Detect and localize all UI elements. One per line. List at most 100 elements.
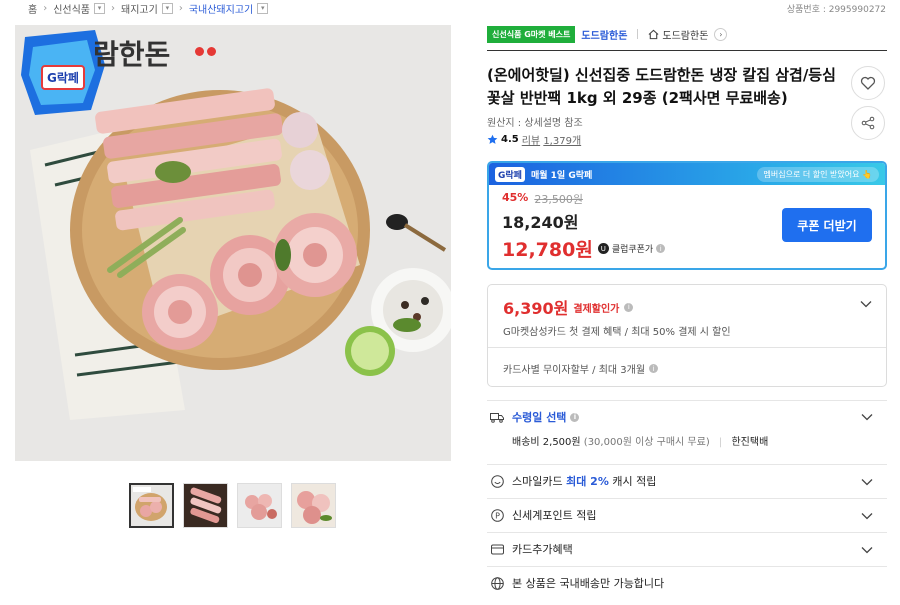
divider	[487, 532, 887, 533]
divider	[487, 464, 887, 465]
pork-photo	[15, 25, 451, 461]
heart-icon	[860, 76, 876, 90]
domestic-shipping-label: 본 상품은 국내배송만 가능합니다	[512, 577, 665, 590]
thumbnail-3[interactable]	[237, 483, 282, 528]
delivery-title[interactable]: 수령일 선택	[512, 409, 566, 425]
brand-logo-dots	[195, 47, 216, 56]
breadcrumb-home-label[interactable]: 홈	[28, 1, 37, 16]
divider	[487, 400, 887, 401]
divider	[637, 29, 639, 39]
star-icon	[487, 134, 498, 144]
brand-logo-text: 람한돈	[93, 38, 171, 71]
svg-text:P: P	[495, 511, 500, 520]
rating-score: 4.5	[501, 134, 519, 145]
review-link[interactable]: 리뷰 1,379개	[522, 132, 581, 147]
divider	[487, 566, 887, 567]
breadcrumb-level1-label[interactable]: 신선식품	[53, 1, 90, 16]
gdeal-sticker: G락페	[41, 65, 85, 90]
divider: |	[718, 437, 723, 448]
discount-percent: 45%	[502, 191, 529, 204]
share-icon	[861, 116, 875, 130]
info-icon[interactable]: i	[656, 244, 666, 253]
shinsegae-label: 신세계포인트 적립	[512, 509, 597, 522]
info-icon[interactable]: i	[649, 364, 659, 373]
gdeal-body: 45% 23,500원 18,240원 12,780원 U 클럽쿠폰가 i 쿠폰…	[489, 185, 885, 268]
club-coupon-text[interactable]: 클럽쿠폰가	[612, 242, 653, 255]
divider	[487, 498, 887, 499]
installment-info: 카드사별 무이자할부 / 최대 3개월 i	[503, 361, 659, 376]
chevron-right-icon: ›	[43, 2, 48, 14]
review-prefix[interactable]: 리뷰	[522, 136, 540, 147]
club-coupon-label[interactable]: U 클럽쿠폰가 i	[597, 242, 666, 255]
globe-icon	[490, 576, 504, 590]
chevron-down-icon[interactable]	[861, 475, 873, 489]
card-extra-label: 카드추가혜택	[512, 543, 573, 556]
delivery-row[interactable]: 수령일 선택 i	[487, 408, 887, 426]
chevron-right-icon: ›	[111, 2, 116, 14]
truck-icon	[490, 410, 504, 424]
share-button[interactable]	[851, 106, 885, 140]
chevron-down-icon[interactable]	[861, 543, 873, 557]
delivery-fee-info: 배송비 2,500원 (30,000원 이상 구매시 무료) | 한진택배	[512, 433, 768, 448]
original-price: 23,500원	[534, 193, 583, 206]
header-divider	[487, 50, 887, 51]
credit-card-icon	[490, 542, 504, 556]
installment-text: 카드사별 무이자할부 / 최대 3개월	[503, 365, 646, 376]
review-count[interactable]: 1,379개	[543, 136, 581, 147]
info-icon[interactable]: i	[624, 302, 634, 312]
best-badge: 신선식품 G마켓 베스트	[487, 25, 576, 43]
gdeal-header: G락페 매월 1일 G락페 멤버십으로 더 할인 받았어요 👆	[489, 163, 885, 185]
breadcrumb-level1[interactable]: 신선식품 ▾	[53, 1, 106, 16]
smilecard-highlight: 최대 2%	[566, 475, 609, 488]
thumbnail-1[interactable]	[129, 483, 174, 528]
shinsegae-row[interactable]: P 신세계포인트 적립	[487, 506, 887, 524]
card-extra-row[interactable]: 카드추가혜택	[487, 540, 887, 558]
chevron-right-icon: ›	[178, 2, 183, 14]
discount-line: 45% 23,500원	[502, 191, 872, 207]
gdeal-logo: G락페	[495, 166, 525, 182]
card-discount-box[interactable]: 6,390원 결제할인가 i G마켓삼성카드 첫 결제 혜택 / 최대 50% …	[487, 284, 887, 387]
store-name[interactable]: 도드람한돈	[662, 27, 708, 42]
card-discount-label: 결제할인가	[573, 303, 620, 315]
breadcrumb-level3[interactable]: 국내산돼지고기 ▾	[189, 1, 269, 16]
divider	[488, 347, 886, 348]
chevron-down-icon[interactable]	[860, 297, 872, 311]
breadcrumb-level3-label[interactable]: 국내산돼지고기	[189, 1, 253, 16]
origin-info: 원산지 : 상세설명 참조	[487, 118, 583, 129]
domestic-shipping-row: 본 상품은 국내배송만 가능합니다	[487, 574, 887, 592]
membership-notice[interactable]: 멤버십으로 더 할인 받았어요 👆	[756, 166, 879, 182]
breadcrumb-home[interactable]: 홈	[28, 1, 37, 16]
chevron-down-icon[interactable]: ▾	[257, 2, 269, 14]
smilecard-label: 스마일카드	[512, 475, 563, 488]
store-link[interactable]: 도드람한돈 ›	[648, 27, 728, 42]
free-shipping-note: (30,000원 이상 구매시 무료)	[583, 437, 710, 448]
home-icon	[648, 29, 659, 39]
thumbnail-2[interactable]	[183, 483, 228, 528]
thumbnail-4[interactable]	[291, 483, 336, 528]
point-p-icon: P	[490, 508, 504, 522]
chevron-down-icon[interactable]: ▾	[94, 2, 106, 14]
delivery-date-select[interactable]: 수령일 선택 i	[512, 409, 580, 425]
breadcrumb-level2-label[interactable]: 돼지고기	[121, 1, 158, 16]
product-number: 상품번호 : 2995990272	[786, 5, 886, 15]
chevron-right-icon[interactable]: ›	[714, 27, 728, 41]
product-info-panel: 신선식품 G마켓 베스트 도드람한돈 도드람한돈 › (온에어핫딜) 신선집중 …	[487, 24, 887, 590]
wishlist-button[interactable]	[851, 66, 885, 100]
smilecard-row[interactable]: 스마일카드 최대 2% 캐시 적립	[487, 472, 887, 490]
breadcrumb-level2[interactable]: 돼지고기 ▾	[121, 1, 173, 16]
get-more-coupons-button[interactable]: 쿠폰 더받기	[782, 208, 872, 242]
chevron-down-icon[interactable]	[861, 509, 873, 523]
thumbnail-list	[129, 483, 336, 528]
product-main-image[interactable]: G락페 람한돈	[15, 25, 451, 461]
gdeal-title: 매월 1일 G락페	[530, 170, 593, 181]
info-icon[interactable]: i	[570, 412, 580, 422]
gdeal-price-box: G락페 매월 1일 G락페 멤버십으로 더 할인 받았어요 👆 45% 23,5…	[487, 161, 887, 270]
chevron-down-icon[interactable]: ▾	[161, 2, 173, 14]
brand-link[interactable]: 도드람한돈	[581, 27, 627, 42]
card-discount-desc: G마켓삼성카드 첫 결제 혜택 / 최대 50% 결제 시 할인	[503, 327, 731, 338]
chevron-down-icon[interactable]	[861, 410, 873, 424]
gdeal-logo-text: G락페	[498, 170, 522, 181]
smilecard-suffix: 캐시 적립	[612, 475, 657, 488]
courier-name: 한진택배	[731, 437, 769, 448]
delivery-fee: 배송비 2,500원	[512, 437, 581, 448]
